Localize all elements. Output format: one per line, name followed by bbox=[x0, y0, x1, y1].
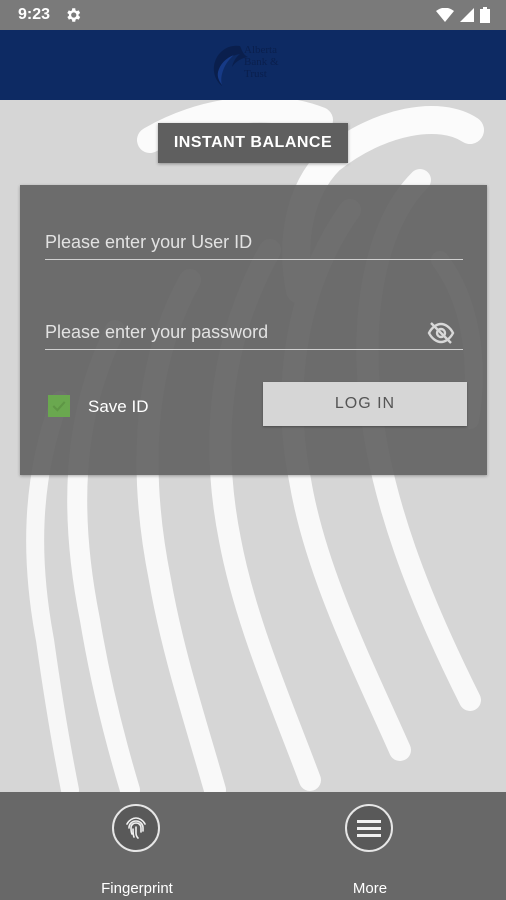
nav-item-more[interactable]: More bbox=[310, 804, 430, 897]
save-id-label: Save ID bbox=[88, 397, 149, 416]
toggle-password-visibility-icon[interactable] bbox=[427, 321, 455, 345]
bank-logo: Alberta Bank & Trust bbox=[210, 42, 290, 88]
instant-balance-button[interactable]: INSTANT BALANCE bbox=[158, 123, 348, 163]
save-id-checkbox[interactable] bbox=[48, 395, 70, 417]
checkmark-icon bbox=[52, 401, 66, 412]
user-id-input[interactable] bbox=[45, 227, 415, 257]
status-bar: 9:23 bbox=[0, 0, 506, 30]
menu-icon bbox=[357, 820, 381, 837]
password-input[interactable] bbox=[45, 317, 415, 347]
user-id-field[interactable] bbox=[45, 227, 463, 260]
logo-text: Alberta Bank & Trust bbox=[244, 44, 279, 80]
bottom-nav: Fingerprint More bbox=[0, 792, 506, 900]
nav-item-fingerprint[interactable]: Fingerprint bbox=[77, 804, 197, 897]
status-time: 9:23 bbox=[18, 6, 51, 23]
logo-line-1: Alberta bbox=[244, 44, 277, 56]
logo-line-3: Trust bbox=[244, 68, 267, 80]
login-card: Save ID LOG IN bbox=[20, 185, 487, 475]
app-header: Alberta Bank & Trust bbox=[0, 30, 506, 100]
battery-icon bbox=[480, 7, 490, 23]
signal-icon bbox=[460, 8, 474, 22]
fingerprint-button[interactable] bbox=[112, 804, 160, 852]
password-field[interactable] bbox=[45, 317, 463, 350]
more-button[interactable] bbox=[345, 804, 393, 852]
nav-label-more: More bbox=[352, 880, 388, 897]
nav-label-fingerprint: Fingerprint bbox=[101, 880, 173, 897]
login-button[interactable]: LOG IN bbox=[263, 382, 467, 426]
fingerprint-icon bbox=[126, 817, 146, 839]
settings-gear-icon bbox=[67, 8, 81, 22]
wifi-icon bbox=[436, 8, 454, 22]
logo-line-2: Bank & bbox=[244, 56, 279, 68]
